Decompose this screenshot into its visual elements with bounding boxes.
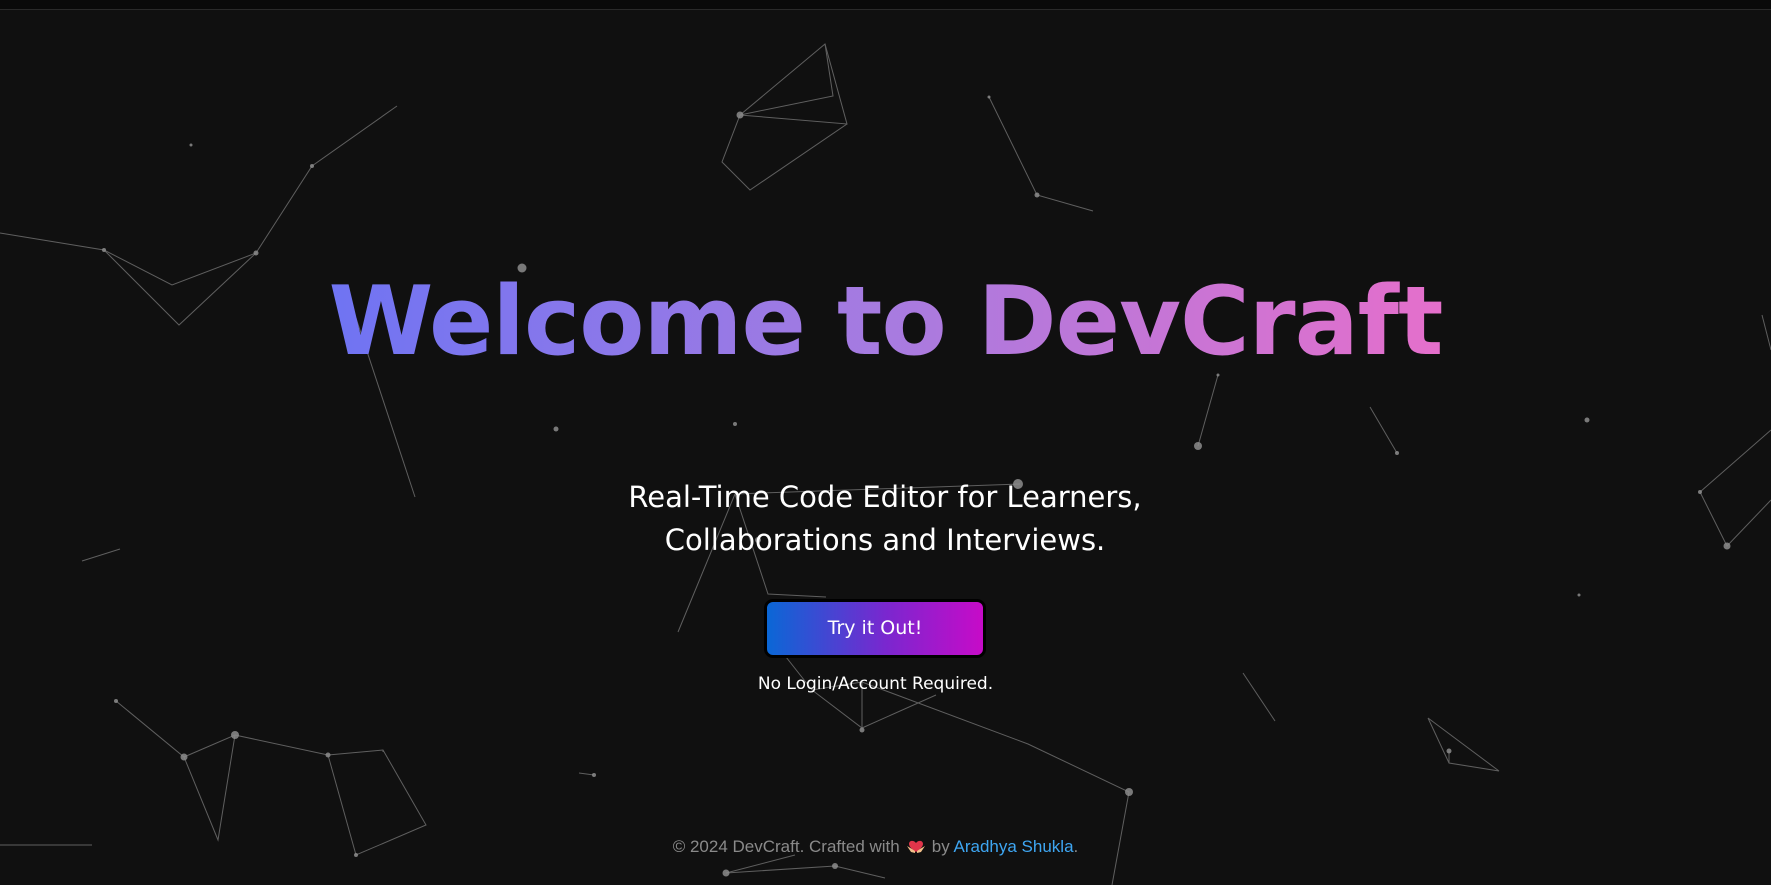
hero-subtitle: Real-Time Code Editor for Learners, Coll… [585,476,1185,562]
footer-copyright: © 2024 DevCraft. Crafted with [672,837,900,856]
footer: © 2024 DevCraft. Crafted with by Aradhya… [0,835,1751,859]
hero-title: Welcome to DevCraft [0,262,1771,382]
hero-section: Welcome to DevCraft Real-Time Code Edito… [0,0,1771,885]
try-it-out-button[interactable]: Try it Out! [764,599,986,658]
hands-heart-icon [906,840,925,853]
no-login-note: No Login/Account Required. [757,674,994,694]
footer-by: by [931,837,950,856]
hero-subtitle-line-2: Collaborations and Interviews. [664,523,1106,557]
author-link[interactable]: Aradhya Shukla [954,837,1074,856]
hero-subtitle-line-1: Real-Time Code Editor for Learners, [628,480,1142,514]
footer-period: . [1073,837,1079,856]
hero-title-text: Welcome to DevCraft [328,267,1444,377]
